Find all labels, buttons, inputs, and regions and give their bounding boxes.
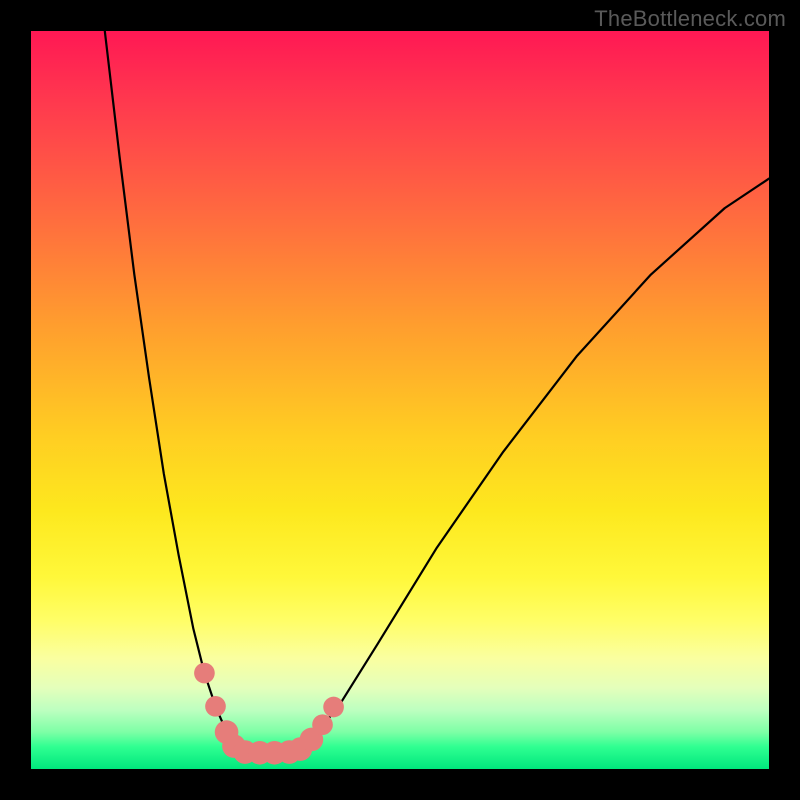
- chart-container: TheBottleneck.com: [0, 0, 800, 800]
- data-marker: [312, 714, 333, 735]
- marker-group: [194, 663, 344, 765]
- curve-layer: [31, 31, 769, 769]
- data-marker: [205, 696, 226, 717]
- bottleneck-curve: [105, 31, 769, 753]
- watermark-label: TheBottleneck.com: [594, 6, 786, 32]
- data-marker: [323, 697, 344, 718]
- plot-area: [31, 31, 769, 769]
- data-marker: [194, 663, 215, 684]
